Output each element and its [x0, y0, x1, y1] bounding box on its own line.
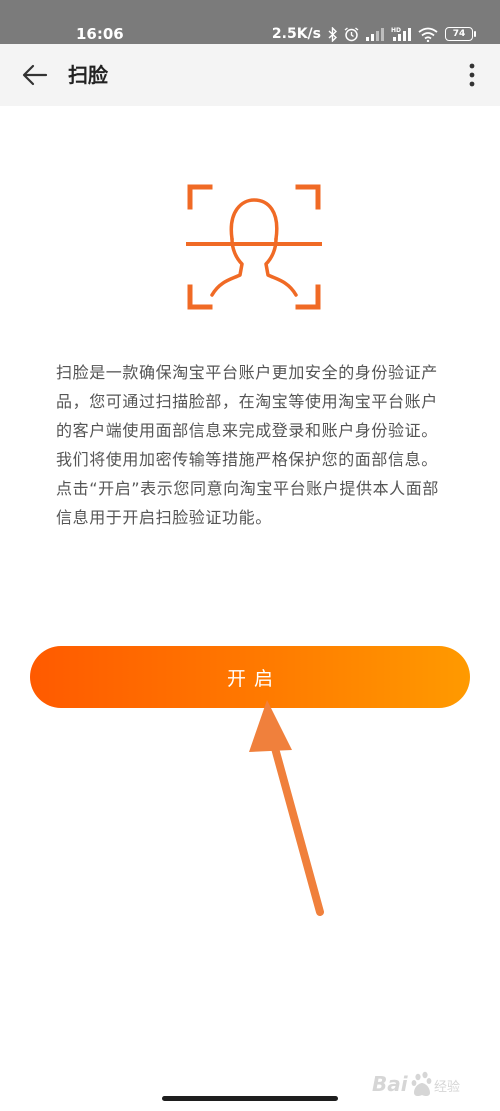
svg-text:Bai: Bai [372, 1072, 409, 1096]
home-indicator[interactable] [162, 1096, 338, 1101]
back-arrow-icon[interactable] [22, 63, 48, 87]
page-title: 扫脸 [68, 63, 108, 87]
battery-icon: 74 [445, 27, 476, 41]
wifi-icon [418, 27, 438, 42]
baidu-watermark: Bai 经验 [372, 1067, 482, 1101]
signal-icon [366, 27, 384, 41]
status-bar: 16:06 2.5K/s HD 74 [0, 0, 500, 44]
more-vertical-icon[interactable] [462, 61, 482, 89]
description: 扫脸是一款确保淘宝平台账户更加安全的身份验证产品，您可通过扫描脸部，在淘宝等使用… [56, 358, 448, 532]
bluetooth-icon [328, 26, 337, 42]
annotation-arrow-icon [240, 690, 340, 920]
svg-text:经验: 经验 [434, 1079, 460, 1095]
signal-hd-icon: HD [391, 27, 411, 41]
status-time: 16:06 [76, 25, 124, 43]
svg-text:HD: HD [391, 27, 401, 34]
alarm-icon [344, 26, 359, 42]
description-paragraph-1: 扫脸是一款确保淘宝平台账户更加安全的身份验证产品，您可通过扫描脸部，在淘宝等使用… [56, 363, 438, 469]
status-icons: 2.5K/s HD 74 [272, 24, 476, 44]
description-paragraph-2: 点击“开启”表示您同意向淘宝平台账户提供本人面部信息用于开启扫脸验证功能。 [56, 479, 439, 527]
face-scan-icon [186, 183, 322, 311]
battery-level: 74 [445, 27, 473, 41]
network-speed: 2.5K/s [271, 26, 321, 42]
app-header: 扫脸 [0, 44, 500, 106]
